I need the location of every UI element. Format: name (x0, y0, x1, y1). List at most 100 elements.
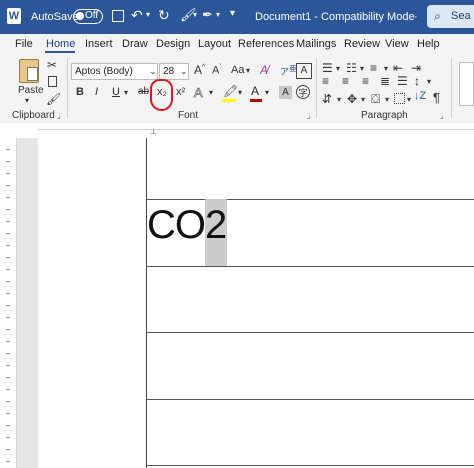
font-launcher-icon[interactable]: ⌟ (307, 111, 311, 120)
tab-mailings[interactable]: Mailings (296, 38, 336, 50)
tab-file[interactable]: File (15, 38, 33, 50)
change-case-button[interactable]: Aa (231, 64, 244, 76)
chevron-down-icon[interactable]: ▾ (384, 64, 388, 73)
table-left-border (146, 138, 147, 468)
tab-home[interactable]: Home (46, 38, 75, 50)
group-divider (451, 58, 452, 118)
align-left-icon[interactable]: ≡ (322, 74, 329, 88)
bold-button[interactable]: B (76, 86, 84, 98)
chevron-down-icon[interactable]: ▾ (209, 88, 213, 97)
active-tab-indicator (45, 51, 75, 53)
tab-insert[interactable]: Insert (85, 38, 113, 50)
align-right-icon[interactable]: ≡ (362, 74, 369, 88)
group-divider (316, 58, 317, 118)
customize-toolbar-icon[interactable]: ▾ (230, 8, 235, 19)
highlight-icon[interactable]: 🖍 (223, 84, 238, 98)
ruler-ticks (6, 138, 10, 468)
ruler-track (38, 129, 474, 130)
search-label: Sea (451, 10, 471, 22)
chevron-down-icon[interactable]: ▾ (407, 95, 411, 104)
group-divider (67, 58, 68, 118)
cut-icon[interactable]: ✂ (47, 58, 57, 72)
chevron-down-icon[interactable]: ▾ (246, 66, 250, 75)
sort-icon[interactable]: ↓Z (414, 90, 426, 102)
chevron-down-icon[interactable]: ▾ (337, 95, 341, 104)
line-spacing-icon[interactable]: ↕ (414, 74, 420, 88)
decrease-indent-icon[interactable]: ⇤ (393, 61, 403, 75)
character-shading-icon[interactable]: A (279, 86, 292, 99)
font-size-dropdown[interactable]: 28 ⌄ (159, 63, 189, 80)
autosave-toggle[interactable]: Off (73, 9, 103, 24)
font-color-button[interactable]: A (251, 84, 259, 98)
phonetic-guide-icon[interactable]: ア亜 (280, 63, 297, 78)
underline-button[interactable]: U (112, 86, 120, 98)
superscript-button[interactable]: x² (176, 86, 185, 98)
chevron-down-icon: ⌄ (149, 66, 157, 76)
grow-font-icon[interactable]: A^ (194, 63, 205, 77)
text-direction-icon[interactable]: ⇵ (322, 92, 332, 106)
copy-icon[interactable] (48, 76, 57, 87)
shading-icon[interactable]: ⛋ (371, 92, 380, 107)
clipboard-group-label: Clipboard (12, 110, 55, 121)
word-logo-icon: W (7, 8, 21, 24)
text-effects-button[interactable]: A (194, 85, 203, 101)
numbering-icon[interactable]: ☷ (346, 61, 357, 75)
chevron-down-icon[interactable]: ▾ (124, 88, 128, 97)
tab-help[interactable]: Help (417, 38, 440, 50)
draw-dropdown-icon[interactable]: ▾ (216, 10, 220, 19)
paste-dropdown-icon[interactable]: ▾ (25, 96, 29, 105)
enclose-characters-icon[interactable]: 字 (296, 85, 310, 99)
undo-dropdown-icon[interactable]: ▾ (146, 10, 150, 19)
selected-text[interactable]: 2 (205, 203, 227, 247)
document-text[interactable]: CO2 (147, 203, 227, 248)
chevron-down-icon: ⌄ (180, 66, 188, 76)
justify-icon[interactable]: ≣ (380, 74, 390, 88)
draw-icon[interactable]: ✒ (202, 7, 213, 23)
multilevel-list-icon[interactable]: ≡ (370, 61, 377, 75)
clear-formatting-icon[interactable]: A̸ (260, 63, 268, 77)
chevron-down-icon[interactable]: ▾ (336, 64, 340, 73)
font-name-dropdown[interactable]: Aptos (Body) ⌄ (71, 63, 158, 80)
table-row-border (146, 465, 474, 466)
styles-gallery[interactable] (459, 62, 474, 106)
format-painter-icon[interactable]: 🖌 (46, 92, 61, 106)
increase-indent-icon[interactable]: ⇥ (411, 61, 421, 75)
chinese-layout-icon[interactable]: ✥ (347, 92, 357, 106)
chevron-down-icon[interactable]: ▾ (361, 95, 365, 104)
chevron-down-icon[interactable]: ▾ (238, 88, 242, 97)
undo-icon[interactable]: ↶ (131, 7, 143, 24)
paste-label[interactable]: Paste (18, 85, 44, 96)
show-marks-button[interactable]: ¶ (433, 90, 440, 105)
autosave-label: AutoSave (31, 11, 79, 23)
italic-button[interactable]: I (95, 86, 98, 98)
paste-icon[interactable] (19, 59, 39, 83)
tab-references[interactable]: References (238, 38, 294, 50)
table-row-border (146, 199, 474, 200)
shrink-font-icon[interactable]: Aˇ (212, 64, 222, 77)
align-center-icon[interactable]: ≡ (342, 74, 349, 88)
clipboard-launcher-icon[interactable]: ⌟ (57, 111, 61, 120)
tab-layout[interactable]: Layout (198, 38, 231, 50)
save-icon[interactable] (112, 10, 124, 22)
font-name-value: Aptos (Body) (75, 66, 133, 77)
tab-draw[interactable]: Draw (122, 38, 148, 50)
search-box[interactable]: ⌕ Sea (427, 5, 474, 28)
character-border-icon[interactable]: A (296, 63, 312, 79)
strikethrough-button[interactable]: ab (138, 86, 149, 97)
paragraph-launcher-icon[interactable]: ⌟ (440, 111, 444, 120)
chevron-down-icon[interactable]: ▾ (385, 95, 389, 104)
bullets-icon[interactable]: ☰ (322, 61, 333, 75)
distributed-icon[interactable]: ☰ (397, 74, 408, 88)
tab-review[interactable]: Review (344, 38, 380, 50)
tab-stop-marker[interactable]: ⊥ (150, 127, 157, 136)
tab-design[interactable]: Design (156, 38, 190, 50)
chevron-down-icon[interactable]: ▾ (360, 64, 364, 73)
tab-view[interactable]: View (385, 38, 409, 50)
chevron-down-icon[interactable]: ▾ (265, 88, 269, 97)
paint-dropdown-icon[interactable]: ▾ (193, 10, 197, 19)
document-page[interactable] (38, 138, 474, 468)
borders-icon[interactable] (394, 93, 405, 104)
title-separator: · (414, 11, 418, 23)
redo-icon[interactable]: ↻ (158, 7, 170, 24)
chevron-down-icon[interactable]: ▾ (427, 77, 431, 86)
